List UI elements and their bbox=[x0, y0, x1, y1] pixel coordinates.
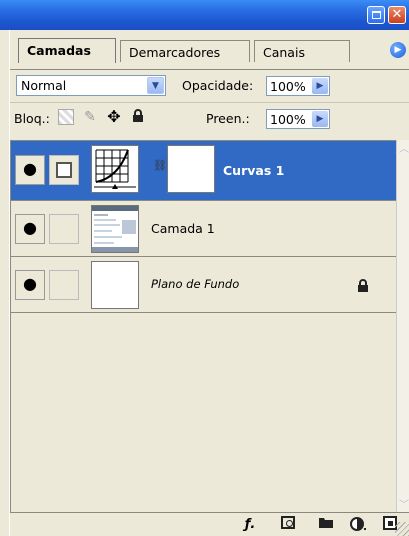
tab-canais[interactable]: Canais bbox=[254, 40, 350, 62]
fill-field[interactable]: 100% ▶ bbox=[266, 109, 330, 129]
window-titlebar[interactable]: ✕ bbox=[0, 0, 409, 30]
fill-value: 100% bbox=[270, 112, 306, 127]
close-icon[interactable]: ✕ bbox=[388, 6, 406, 24]
tabs-divider bbox=[10, 69, 409, 70]
layer-mask-indicator[interactable] bbox=[49, 155, 79, 185]
layer-row-plano-de-fundo[interactable]: ● Plano de Fundo bbox=[11, 257, 397, 313]
opacity-value: 100% bbox=[270, 79, 306, 94]
panel-tabs: Camadas Demarcadores Canais ▶ bbox=[10, 38, 409, 70]
tab-demarcadores[interactable]: Demarcadores bbox=[120, 40, 250, 62]
scroll-down-icon[interactable]: ﹀ bbox=[397, 496, 409, 512]
layer-thumbnail bbox=[91, 205, 139, 253]
lock-all-icon[interactable] bbox=[130, 109, 146, 125]
add-mask-icon[interactable] bbox=[278, 516, 298, 534]
lock-label: Bloq.: bbox=[14, 111, 50, 126]
layers-scrollbar[interactable]: ︿ ﹀ bbox=[396, 140, 409, 512]
layer-style-icon[interactable]: ƒ. bbox=[240, 516, 260, 534]
curves-thumbnail-icon bbox=[91, 145, 139, 193]
layer-name: Curvas 1 bbox=[223, 163, 285, 178]
eye-icon[interactable]: ● bbox=[15, 270, 45, 300]
minimize-icon[interactable] bbox=[367, 6, 385, 24]
layer-link-cell[interactable] bbox=[49, 270, 79, 300]
opacity-arrow-icon[interactable]: ▶ bbox=[312, 78, 328, 94]
layer-link-cell[interactable] bbox=[49, 214, 79, 244]
layer-name: Plano de Fundo bbox=[151, 277, 240, 291]
eye-icon[interactable]: ● bbox=[15, 214, 45, 244]
resize-grip-icon[interactable] bbox=[395, 522, 409, 536]
opacity-label: Opacidade: bbox=[182, 78, 254, 93]
scroll-up-icon[interactable]: ︿ bbox=[397, 140, 409, 156]
panel-menu-icon[interactable]: ▶ bbox=[390, 42, 406, 58]
adjustment-layer-icon[interactable] bbox=[348, 516, 368, 534]
tab-camadas[interactable]: Camadas bbox=[18, 38, 116, 63]
fill-arrow-icon[interactable]: ▶ bbox=[312, 111, 328, 127]
layer-thumbnail bbox=[91, 261, 139, 309]
blend-row: Normal ▼ Opacidade: 100% ▶ bbox=[10, 72, 409, 98]
fill-label: Preen.: bbox=[206, 111, 250, 126]
layers-toolbar: ƒ. bbox=[10, 512, 409, 536]
layer-row-camada-1[interactable]: ● Camada 1 bbox=[11, 201, 397, 257]
new-group-icon[interactable] bbox=[316, 516, 336, 534]
layers-list: ● ⛓ Curvas 1 ● Camada 1 ● Plano de Fundo bbox=[10, 140, 397, 512]
opacity-field[interactable]: 100% ▶ bbox=[266, 76, 330, 96]
layer-name: Camada 1 bbox=[151, 221, 215, 236]
chevron-down-icon[interactable]: ▼ bbox=[147, 77, 164, 94]
lock-position-icon[interactable]: ✥ bbox=[106, 109, 122, 125]
lock-brush-icon[interactable]: ✎ bbox=[82, 109, 98, 125]
mask-thumbnail[interactable] bbox=[167, 145, 215, 193]
blend-mode-select[interactable]: Normal ▼ bbox=[16, 75, 166, 96]
layer-row-curvas[interactable]: ● ⛓ Curvas 1 bbox=[11, 141, 397, 201]
lock-transparency-icon[interactable] bbox=[58, 109, 74, 125]
layers-panel: Camadas Demarcadores Canais ▶ Normal ▼ O… bbox=[9, 30, 409, 536]
blend-mode-value: Normal bbox=[21, 78, 67, 93]
lock-icon bbox=[357, 279, 369, 296]
link-icon[interactable]: ⛓ bbox=[153, 159, 167, 179]
eye-icon[interactable]: ● bbox=[15, 155, 45, 185]
lock-row: Bloq.: ✎ ✥ Preen.: 100% ▶ bbox=[10, 102, 409, 129]
